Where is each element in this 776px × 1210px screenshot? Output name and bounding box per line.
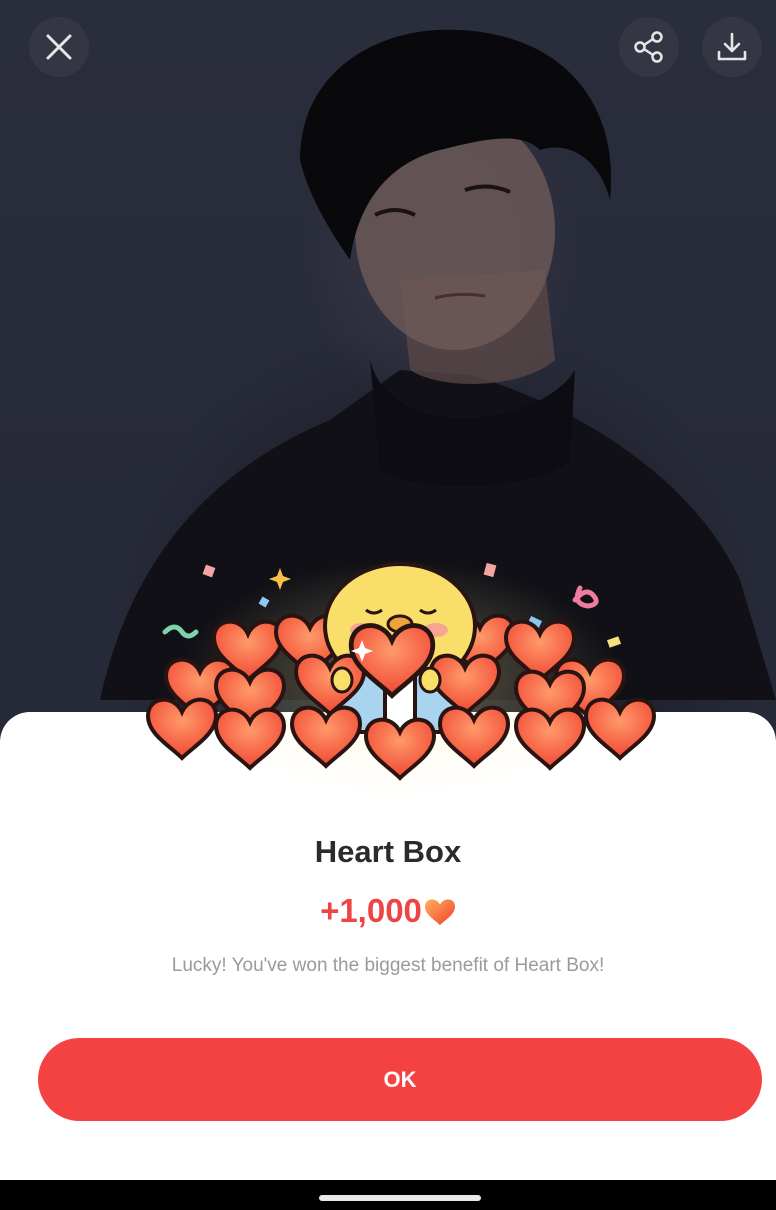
reward-amount-row: +1,000 [0,892,776,930]
home-indicator[interactable] [319,1195,481,1201]
share-icon [634,31,663,63]
close-icon [46,34,72,60]
heart-box-illustration [146,560,656,800]
popup-title: Heart Box [314,834,462,869]
heart-icon [424,899,455,926]
download-button[interactable] [702,17,762,77]
close-button[interactable] [29,17,89,77]
reward-amount: +1,000 [320,892,422,929]
download-icon [717,32,747,61]
reward-message: Lucky! You've won the biggest benefit of… [171,955,605,976]
share-button[interactable] [619,17,679,77]
ok-button[interactable]: OK [38,1038,762,1121]
